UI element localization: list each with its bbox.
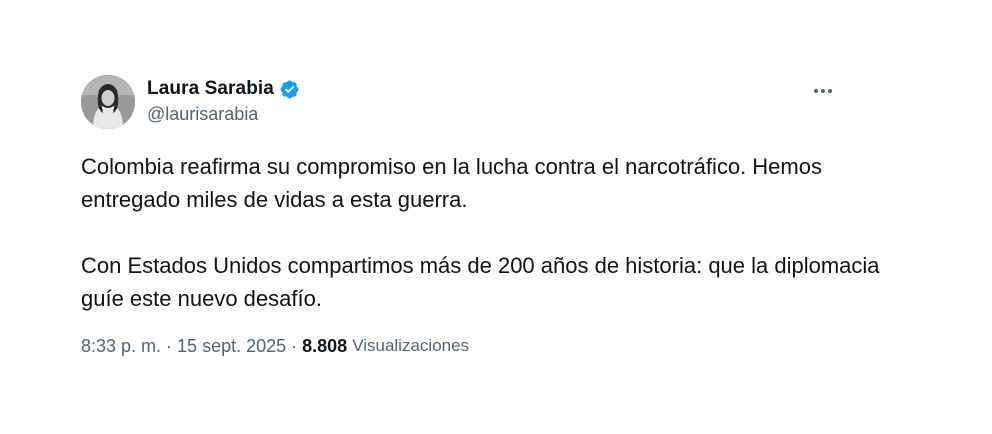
author-name[interactable]: Laura Sarabia xyxy=(147,78,274,100)
views-count[interactable]: 8.808 xyxy=(302,336,347,357)
tweet-card: Laura Sarabia @laurisarabia Colombia rea… xyxy=(0,0,992,434)
avatar[interactable] xyxy=(81,75,135,129)
more-options-icon[interactable] xyxy=(810,82,836,100)
views-label[interactable]: Visualizaciones xyxy=(352,336,469,356)
tweet-date[interactable]: 15 sept. 2025 xyxy=(177,336,286,357)
meta-separator: · xyxy=(291,335,298,356)
meta-separator: · xyxy=(166,335,173,356)
tweet-time[interactable]: 8:33 p. m. xyxy=(81,336,161,357)
author-name-row: Laura Sarabia xyxy=(147,76,300,102)
tweet-paragraph: Con Estados Unidos compartimos más de 20… xyxy=(81,253,880,311)
author-handle[interactable]: @laurisarabia xyxy=(147,104,258,125)
avatar-image xyxy=(81,75,135,129)
tweet-paragraph: Colombia reafirma su compromiso en la lu… xyxy=(81,154,822,212)
tweet-text: Colombia reafirma su compromiso en la lu… xyxy=(81,150,881,315)
verified-badge-icon xyxy=(279,79,300,100)
tweet-meta: 8:33 p. m. · 15 sept. 2025 · 8.808 Visua… xyxy=(81,333,469,359)
